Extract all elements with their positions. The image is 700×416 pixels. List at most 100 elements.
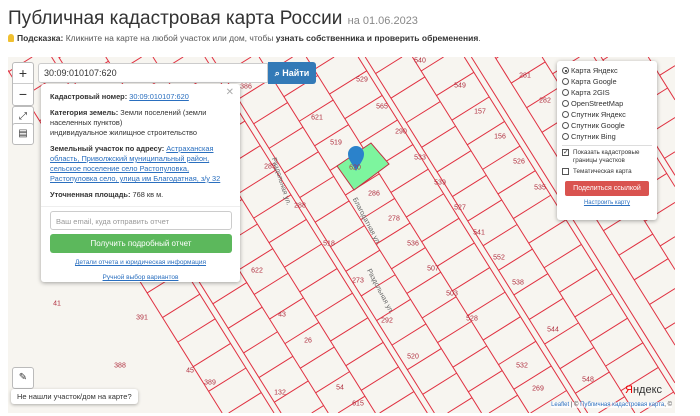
page-title: Публичная кадастровая карта России на 01… — [8, 8, 418, 30]
radio-icon — [562, 78, 569, 85]
parcel-boundary — [379, 391, 415, 413]
parcel-number: 54 — [336, 384, 344, 392]
parcel-boundary — [495, 57, 499, 59]
parcel-boundary — [238, 169, 276, 194]
parcel-boundary — [488, 394, 518, 413]
checkbox-box — [562, 168, 569, 175]
parcel-boundary — [268, 218, 307, 244]
parcel-number: 552 — [493, 254, 505, 262]
parcel-boundary — [602, 57, 609, 61]
get-report-button[interactable]: Получить подробный отчет — [50, 234, 232, 253]
parcel-number: 529 — [356, 76, 368, 84]
layer-option[interactable]: Спутник Яндекс — [562, 109, 652, 120]
parcel-boundary — [559, 268, 598, 293]
parcel-boundary — [258, 355, 294, 378]
parcel-number: 503 — [446, 290, 458, 298]
layers-panel: Карта Яндекс Карта Google Карта 2GIS OpenSt… — [557, 61, 657, 220]
radio-icon — [562, 122, 569, 129]
parcel-boundary — [313, 57, 335, 70]
parcel-boundary — [228, 392, 262, 413]
parcel-boundary — [528, 297, 564, 320]
layer-option[interactable]: Карта Google — [562, 76, 652, 87]
zoom-in-button[interactable]: + — [13, 63, 33, 84]
radio-icon — [562, 111, 569, 118]
parcel-boundary — [162, 293, 201, 318]
parcel-number: 282 — [539, 97, 551, 105]
close-icon[interactable]: ✕ — [226, 88, 234, 98]
parcel-boundary — [345, 249, 381, 272]
print-icon: ▤ — [18, 128, 28, 139]
parcel-number: 539 — [434, 179, 446, 187]
parcel-boundary — [528, 219, 567, 244]
show-borders-checkbox[interactable]: ✓ Показать кадастровые границы участков — [562, 149, 652, 165]
parcel-number: 388 — [114, 362, 126, 370]
layer-option[interactable]: Спутник Bing — [562, 131, 652, 142]
email-input[interactable]: Ваш email, куда отправить отчет — [50, 211, 232, 230]
zoom-out-button[interactable]: − — [13, 84, 33, 105]
attrib-sep: | © — [569, 402, 581, 408]
parcel-boundary — [559, 347, 595, 370]
ruler-button[interactable]: ✎ — [12, 367, 34, 389]
parcel-number: 527 — [454, 204, 466, 212]
layer-option[interactable]: Спутник Google — [562, 120, 652, 131]
parcel-number: 615 — [352, 400, 364, 408]
not-found-button[interactable]: Не нашли участок/дом на карте? — [11, 389, 138, 404]
cad-number-link[interactable]: 30:09:010107:620 — [129, 92, 189, 101]
parcel-boundary — [543, 244, 582, 269]
parcel-number: 533 — [414, 154, 426, 162]
manual-link[interactable]: Ручной выбор вариантов — [103, 274, 179, 281]
parcel-boundary — [268, 126, 304, 149]
check-icon: ✓ — [562, 149, 569, 156]
parcel-boundary — [513, 194, 551, 219]
parcel-boundary — [390, 76, 426, 99]
search-input[interactable]: 30:09:010107:620 — [38, 63, 268, 83]
share-button[interactable]: Поделиться ссылкой — [565, 181, 649, 196]
parcel-boundary — [574, 293, 613, 318]
parcel-boundary — [467, 199, 502, 222]
parcel-boundary — [498, 340, 537, 366]
ruler-icon: ✎ — [18, 372, 28, 383]
parcel-boundary — [311, 405, 324, 413]
layer-label: Спутник Яндекс — [571, 110, 626, 119]
parcel-boundary — [659, 65, 675, 76]
parcel-number: 565 — [376, 103, 388, 111]
parcel-number: 43 — [278, 311, 286, 319]
parcel-boundary — [467, 291, 506, 316]
parcel-popup: ✕ Кадастровый номер: 30:09:010107:620 Ка… — [41, 84, 240, 282]
thematic-checkbox[interactable]: Тематическая карта — [562, 168, 652, 176]
parcel-number: 389 — [204, 379, 216, 387]
configure-map-link[interactable]: Настроить карту — [562, 200, 652, 206]
parcel-number: 386 — [240, 83, 252, 91]
area-value: 768 кв м. — [132, 190, 164, 199]
layer-label: Карта Яндекс — [571, 66, 618, 75]
print-button[interactable]: ▤ — [12, 123, 34, 145]
parcel-boundary — [330, 225, 365, 248]
parcel-boundary — [497, 170, 536, 195]
parcel-boundary — [212, 282, 248, 305]
parcel-boundary — [406, 101, 441, 124]
parcel-boundary — [406, 271, 442, 294]
parcel-number: 518 — [323, 240, 335, 248]
parcel-boundary — [253, 102, 288, 125]
parcel-boundary — [284, 322, 320, 345]
find-button[interactable]: ⌕ Найти — [268, 62, 316, 84]
layer-option[interactable]: OpenStreetMap — [562, 98, 652, 109]
category-label: Категория земель: — [50, 108, 119, 117]
parcel-boundary — [211, 57, 435, 413]
details-link[interactable]: Детали отчета и юридическая информация — [75, 259, 206, 266]
leaflet-link[interactable]: Leaflet — [551, 402, 569, 408]
date: на 01.06.2023 — [347, 15, 418, 27]
parcel-number: 292 — [381, 317, 393, 325]
attribution: Leaflet | © Публичная кадастровая карта,… — [551, 402, 672, 408]
parcel-boundary — [421, 217, 460, 243]
pkk-link[interactable]: Публичная кадастровая карта — [580, 402, 664, 408]
parcel-boundary — [391, 247, 426, 270]
parcel-number: 269 — [532, 385, 544, 393]
selected-parcel[interactable] — [336, 142, 390, 191]
layer-label: OpenStreetMap — [571, 99, 624, 108]
layer-option[interactable]: Карта 2GIS — [562, 87, 652, 98]
hint-text: Кликните на карте на любой участок или д… — [65, 33, 276, 43]
parcel-boundary — [314, 200, 350, 223]
layer-option[interactable]: Карта Яндекс — [562, 65, 652, 76]
parcel-boundary — [330, 317, 369, 342]
